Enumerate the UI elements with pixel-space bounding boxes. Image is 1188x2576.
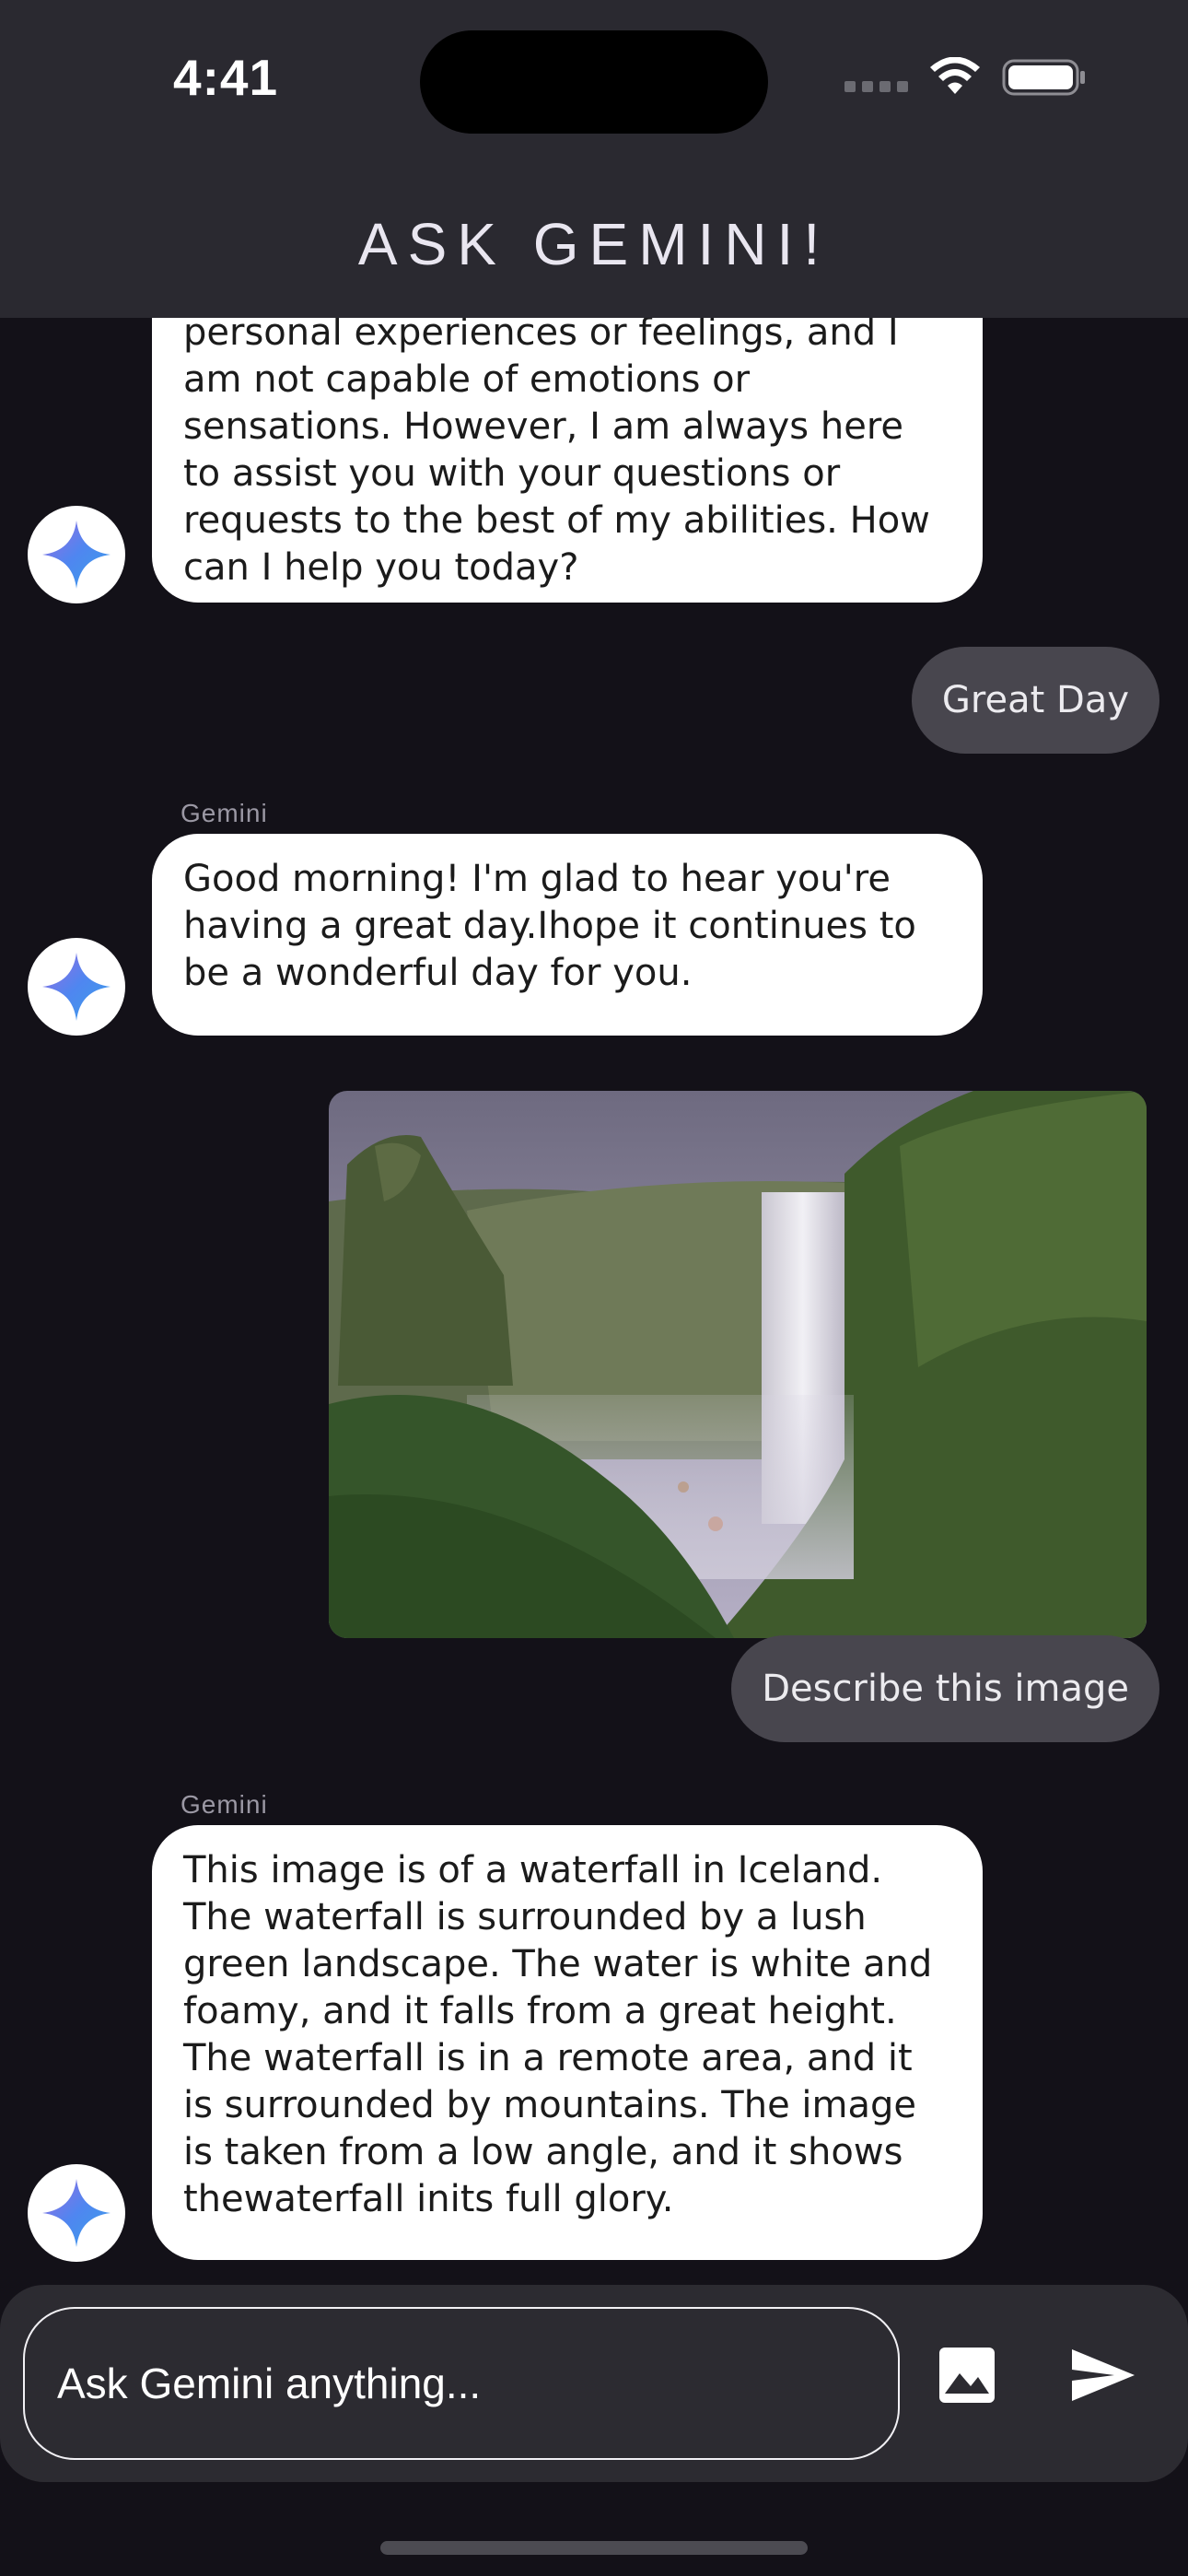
gemini-avatar: [28, 506, 125, 603]
gemini-avatar: [28, 2164, 125, 2262]
bot-message-bubble: This image is of a waterfall in Iceland.…: [152, 1825, 983, 2260]
input-placeholder: Ask Gemini anything...: [57, 2359, 482, 2407]
send-icon: [1072, 2349, 1135, 2401]
status-time: 4:41: [173, 49, 279, 106]
gemini-avatar: [28, 938, 125, 1036]
user-message-bubble: Describe this image: [731, 1635, 1159, 1742]
gemini-sparkle-icon: [42, 521, 111, 589]
waterfall-photo: [329, 1091, 1147, 1638]
user-message-text: Describe this image: [762, 1668, 1129, 1710]
user-message-text: Great Day: [941, 679, 1129, 721]
gemini-sparkle-icon: [42, 2179, 111, 2247]
bot-message-text: This image is of a waterfall in Iceland.…: [183, 1849, 933, 2220]
bot-message-text: personal experiences or feelings, and I …: [183, 318, 930, 589]
page-title: ASK GEMINI!: [357, 211, 831, 277]
bot-message-bubble: Good morning! I'm glad to hear you're ha…: [152, 834, 983, 1036]
bot-message-text: Good morning! I'm glad to hear you're ha…: [183, 858, 916, 994]
attached-image[interactable]: [329, 1091, 1147, 1638]
attach-image-button[interactable]: [936, 2344, 998, 2406]
dynamic-island: [420, 30, 768, 134]
message-input[interactable]: Ask Gemini anything...: [23, 2307, 900, 2460]
sender-label: Gemini: [181, 1790, 268, 1819]
chat-list[interactable]: personal experiences or feelings, and I …: [0, 318, 1188, 2285]
image-icon: [939, 2348, 995, 2403]
send-button[interactable]: [1066, 2338, 1140, 2412]
composer-bar: Ask Gemini anything...: [0, 2285, 1188, 2482]
battery-icon: [1002, 59, 1085, 96]
app-header: 4:41 ASK GEMINI!: [0, 0, 1188, 318]
bot-message-bubble: personal experiences or feelings, and I …: [152, 318, 983, 603]
gemini-sparkle-icon: [42, 953, 111, 1021]
sender-label: Gemini: [181, 799, 268, 827]
status-icons: [844, 57, 1087, 98]
cellular-signal-icon: [844, 81, 908, 92]
home-indicator[interactable]: [380, 2541, 808, 2555]
user-message-bubble: Great Day: [911, 647, 1159, 754]
wifi-icon: [930, 57, 980, 94]
